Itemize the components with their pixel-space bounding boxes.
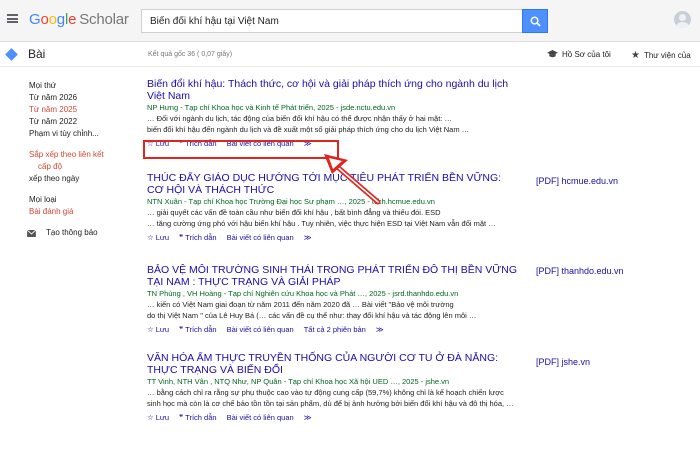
filter-since-2025[interactable]: Từ năm 2025: [29, 104, 139, 116]
cite-button[interactable]: ❞ Trích dẫn: [179, 233, 216, 242]
star-outline-icon: ☆: [147, 324, 154, 334]
result-snippet: … giải quyết các vấn đề toàn cầu như biế…: [147, 208, 496, 228]
my-library-label: Thư viện của: [643, 51, 691, 60]
save-button[interactable]: ☆ Lưu: [147, 325, 169, 334]
save-button[interactable]: ☆ Lưu: [147, 233, 169, 242]
all-versions-link[interactable]: Tất cả 2 phiên bản: [304, 325, 366, 334]
result-actions: ☆ Lưu ❞ Trích dẫn Bài viết có liên quan ≫: [147, 411, 607, 423]
filter-since-2022[interactable]: Từ năm 2022: [29, 116, 139, 128]
create-alert-link[interactable]: Tạo thông báo: [27, 227, 139, 239]
articles-icon: [5, 48, 18, 61]
pdf-link[interactable]: [PDF] thanhdo.edu.vn: [536, 266, 624, 276]
search-field[interactable]: [141, 9, 522, 33]
result-snippet: … kiến có Việt Nam giai đoạn từ năm 2011…: [147, 300, 477, 320]
type-any[interactable]: Mọi loại: [29, 194, 139, 206]
result-actions: ☆ Lưu ❞ Trích dẫn Bài viết có liên quan ≫: [147, 231, 607, 243]
pdf-link[interactable]: [PDF] hcmue.edu.vn: [536, 176, 618, 186]
account-avatar[interactable]: [674, 11, 691, 28]
my-library-link[interactable]: ★ Thư viện của: [631, 50, 691, 61]
graduation-cap-icon: [547, 50, 558, 58]
star-outline-icon: ☆: [147, 232, 154, 242]
top-bar: Google Scholar: [0, 0, 700, 42]
result-title[interactable]: Biến đổi khí hậu: Thách thức, cơ hội và …: [147, 78, 607, 102]
related-articles-link[interactable]: Bài viết có liên quan: [227, 413, 294, 422]
quote-icon: ❞: [179, 412, 184, 422]
filter-sidebar: Mọi thứ Từ năm 2026 Từ năm 2025 Từ năm 2…: [27, 80, 139, 239]
sort-by-date[interactable]: xếp theo ngày: [29, 173, 139, 185]
highlight-annotation-box: [143, 140, 339, 159]
hamburger-menu-icon[interactable]: [7, 14, 18, 23]
google-scholar-logo[interactable]: Google Scholar: [29, 11, 129, 28]
pdf-link[interactable]: [PDF] jshe.vn: [536, 357, 590, 367]
cite-button[interactable]: ❞ Trích dẫn: [179, 413, 216, 422]
my-profile-link[interactable]: Hồ Sơ của tôi: [547, 50, 611, 59]
cite-button[interactable]: ❞ Trích dẫn: [179, 325, 216, 334]
star-outline-icon: ☆: [147, 412, 154, 422]
filter-custom-range[interactable]: Phạm vi tùy chỉnh...: [29, 128, 139, 140]
result-item: BẢO VỆ MÔI TRƯỜNG SINH THÁI TRONG PHÁT T…: [147, 264, 607, 352]
annotation-arrow-icon: [324, 154, 381, 205]
sort-by-relevance[interactable]: Sắp xếp theo liên kết: [29, 149, 139, 161]
results-list: Biến đổi khí hậu: Thách thức, cơ hội và …: [147, 78, 607, 442]
star-icon: ★: [631, 50, 640, 61]
sub-header: Bài Kết quả gốc 36 ( 0,07 giây) Hồ Sơ củ…: [0, 42, 700, 67]
envelope-icon: [27, 229, 36, 237]
create-alert-label: Tạo thông báo: [46, 228, 98, 237]
result-count: Kết quả gốc 36 ( 0,07 giây): [148, 51, 233, 58]
search-icon: [530, 16, 541, 27]
type-review[interactable]: Bài đánh giá: [29, 206, 139, 218]
more-icon[interactable]: ≫: [304, 413, 312, 422]
my-profile-label: Hồ Sơ của tôi: [562, 50, 611, 59]
result-actions: ☆ Lưu ❞ Trích dẫn Bài viết có liên quan Tấ…: [147, 323, 607, 335]
quote-icon: ❞: [179, 324, 184, 334]
section-label: Bài: [28, 47, 46, 61]
more-icon[interactable]: ≫: [304, 233, 312, 242]
result-snippet: … bằng cách chỉ ra rằng sự phụ thuộc cao…: [147, 388, 514, 408]
result-authors-source: TT Vinh, NTH Vân , NTQ Như, NP Quân - Tạ…: [147, 377, 450, 386]
quote-icon: ❞: [179, 232, 184, 242]
search-input[interactable]: [142, 10, 522, 32]
filter-since-2026[interactable]: Từ năm 2026: [29, 92, 139, 104]
result-authors-source: NP Hưng - Tạp chí Khoa học và Kinh tế Ph…: [147, 103, 396, 112]
save-button[interactable]: ☆ Lưu: [147, 413, 169, 422]
sort-by-relevance-cont[interactable]: cấp độ: [29, 161, 139, 173]
filter-any-time[interactable]: Mọi thứ: [29, 80, 139, 92]
result-snippet: … Đối với ngành du lịch, tác động của bi…: [147, 114, 470, 134]
result-authors-source: TN Phùng , VH Hoàng - Tạp chí Nghiên cứu…: [147, 289, 459, 298]
related-articles-link[interactable]: Bài viết có liên quan: [227, 325, 294, 334]
search-button[interactable]: [522, 9, 548, 33]
related-articles-link[interactable]: Bài viết có liên quan: [227, 233, 294, 242]
more-icon[interactable]: ≫: [376, 325, 384, 334]
